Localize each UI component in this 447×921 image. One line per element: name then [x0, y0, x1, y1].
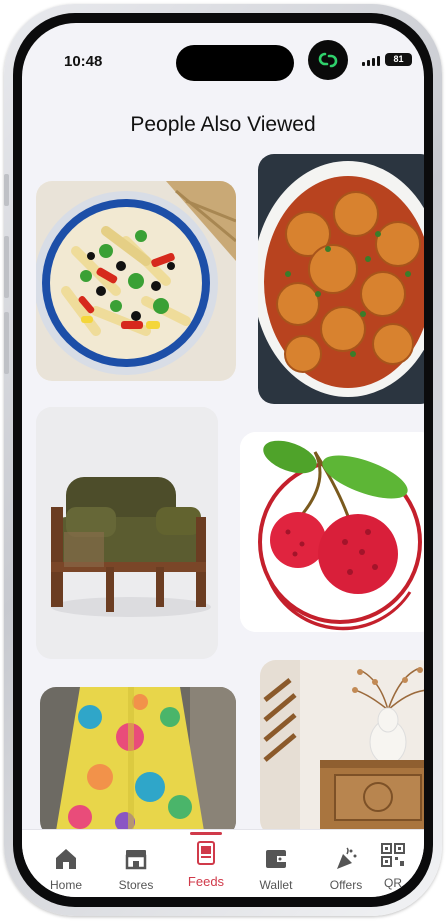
signal-icon: [362, 56, 380, 66]
volume-down-button: [4, 312, 9, 374]
app-logo-icon: [308, 40, 348, 80]
dress-image: [40, 687, 236, 837]
page-title: People Also Viewed: [130, 113, 316, 136]
offers-icon: [337, 847, 357, 869]
wallet-icon: [266, 850, 286, 868]
active-indicator: [190, 832, 222, 835]
nav-wallet-label: Wallet: [259, 878, 293, 892]
store-icon: [125, 850, 147, 870]
nav-feeds-label: Feeds: [187, 874, 225, 889]
nav-stores[interactable]: Stores: [106, 830, 166, 897]
phone-bezel: 10:48 81 People Also Viewed Home Stores …: [13, 13, 433, 907]
feed-card-armchair[interactable]: [36, 407, 218, 659]
side-table-image: [260, 660, 424, 836]
pasta-salad-image: [36, 181, 236, 381]
feed-card-dress[interactable]: [40, 687, 236, 837]
feed-card-table[interactable]: [260, 660, 424, 836]
volume-up-button: [4, 236, 9, 298]
dynamic-island: [176, 45, 294, 81]
nav-home-label: Home: [49, 878, 82, 892]
phone-frame: 10:48 81 People Also Viewed Home Stores …: [4, 4, 442, 916]
nav-feeds[interactable]: Feeds: [176, 830, 236, 897]
nav-stores-label: Stores: [118, 878, 154, 892]
status-time: 10:48: [64, 53, 103, 70]
home-icon: [56, 849, 76, 869]
qr-icon: [381, 843, 405, 867]
feed-card-lychee[interactable]: [240, 432, 424, 632]
nav-qr-label: QR: [384, 876, 402, 890]
battery-indicator: 81: [385, 53, 412, 66]
kofta-curry-image: [258, 154, 424, 404]
nav-home[interactable]: Home: [36, 830, 96, 897]
feed-card-curry[interactable]: [258, 154, 424, 404]
armchair-image: [36, 407, 218, 659]
action-button: [4, 174, 9, 206]
nav-wallet[interactable]: Wallet: [246, 830, 306, 897]
nav-qr[interactable]: QR: [366, 830, 420, 897]
bottom-nav: Home Stores Feeds Wallet Offers QR: [22, 829, 424, 897]
screen: 10:48 81 People Also Viewed Home Stores …: [22, 23, 424, 897]
feed-card-pasta[interactable]: [36, 181, 236, 381]
feeds-icon: [197, 841, 215, 865]
lychee-image: [240, 432, 424, 632]
